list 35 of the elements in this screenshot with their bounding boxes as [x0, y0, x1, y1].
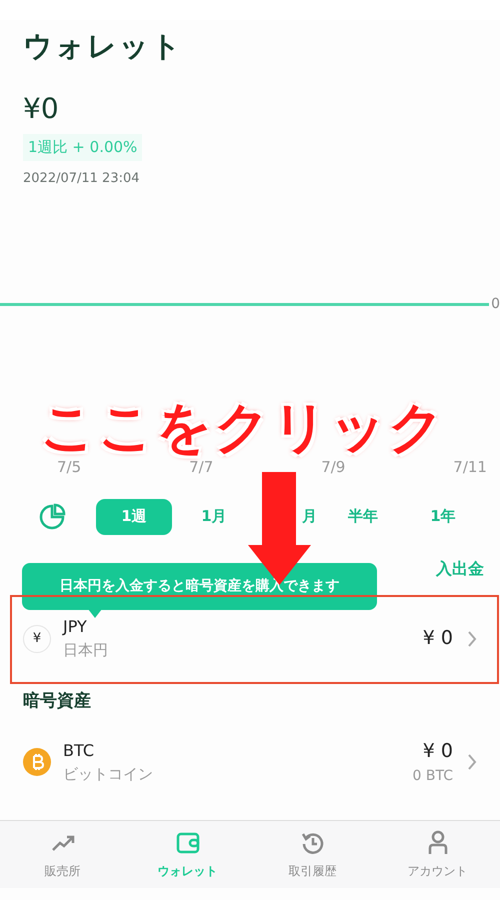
asset-code: BTC	[63, 740, 95, 762]
axis-label: 7/7	[189, 457, 214, 478]
timestamp: 2022/07/11 23:04	[23, 170, 141, 188]
currency-amount: ¥ 0	[422, 626, 453, 652]
chevron-icon	[467, 753, 477, 771]
axis-label: 0	[491, 294, 500, 314]
section-heading: 暗号資産	[22, 690, 92, 712]
coin-icon	[23, 748, 51, 776]
asset-quantity: 0 BTC	[412, 766, 453, 786]
axis-label: 7/9	[321, 457, 346, 478]
axis-label: 7/5	[57, 457, 82, 478]
page-title: ウォレット	[23, 28, 184, 65]
asset-amount: ¥ 0	[422, 739, 453, 764]
annotation-caption: ここをクリック	[40, 398, 446, 456]
asset-name: ビットコイン	[63, 764, 153, 785]
currency-code: JPY	[63, 616, 88, 638]
deposit-link[interactable]: 入出金	[436, 556, 484, 580]
balance-amount: ¥0	[23, 92, 60, 126]
change-badge: 1週比 + 0.00%	[23, 134, 142, 160]
period-tab[interactable]: 半年	[325, 498, 401, 534]
nav-tab[interactable]: 販売所	[0, 821, 125, 888]
yen-icon: ¥	[23, 624, 51, 652]
currency-name: 日本円	[63, 640, 108, 662]
pie-chart-icon[interactable]	[38, 502, 66, 530]
axis-label: 7/11	[453, 457, 487, 478]
nav-tab[interactable]: 取引履歴	[250, 821, 375, 888]
nav-tab[interactable]: アカウント	[375, 821, 500, 888]
currency-row[interactable]: ¥ JPY 日本円 ¥ 0	[0, 608, 500, 668]
chevron-icon	[467, 630, 477, 648]
period-tab[interactable]: 1週	[96, 498, 172, 534]
period-tab[interactable]: 月	[302, 498, 317, 534]
period-tab[interactable]: 1年	[405, 498, 481, 534]
nav-tab[interactable]: ウォレット	[125, 821, 250, 888]
period-tab[interactable]: 1月	[176, 498, 252, 534]
asset-row[interactable]: BTC ビットコイン ¥ 0 0 BTC	[0, 732, 500, 792]
